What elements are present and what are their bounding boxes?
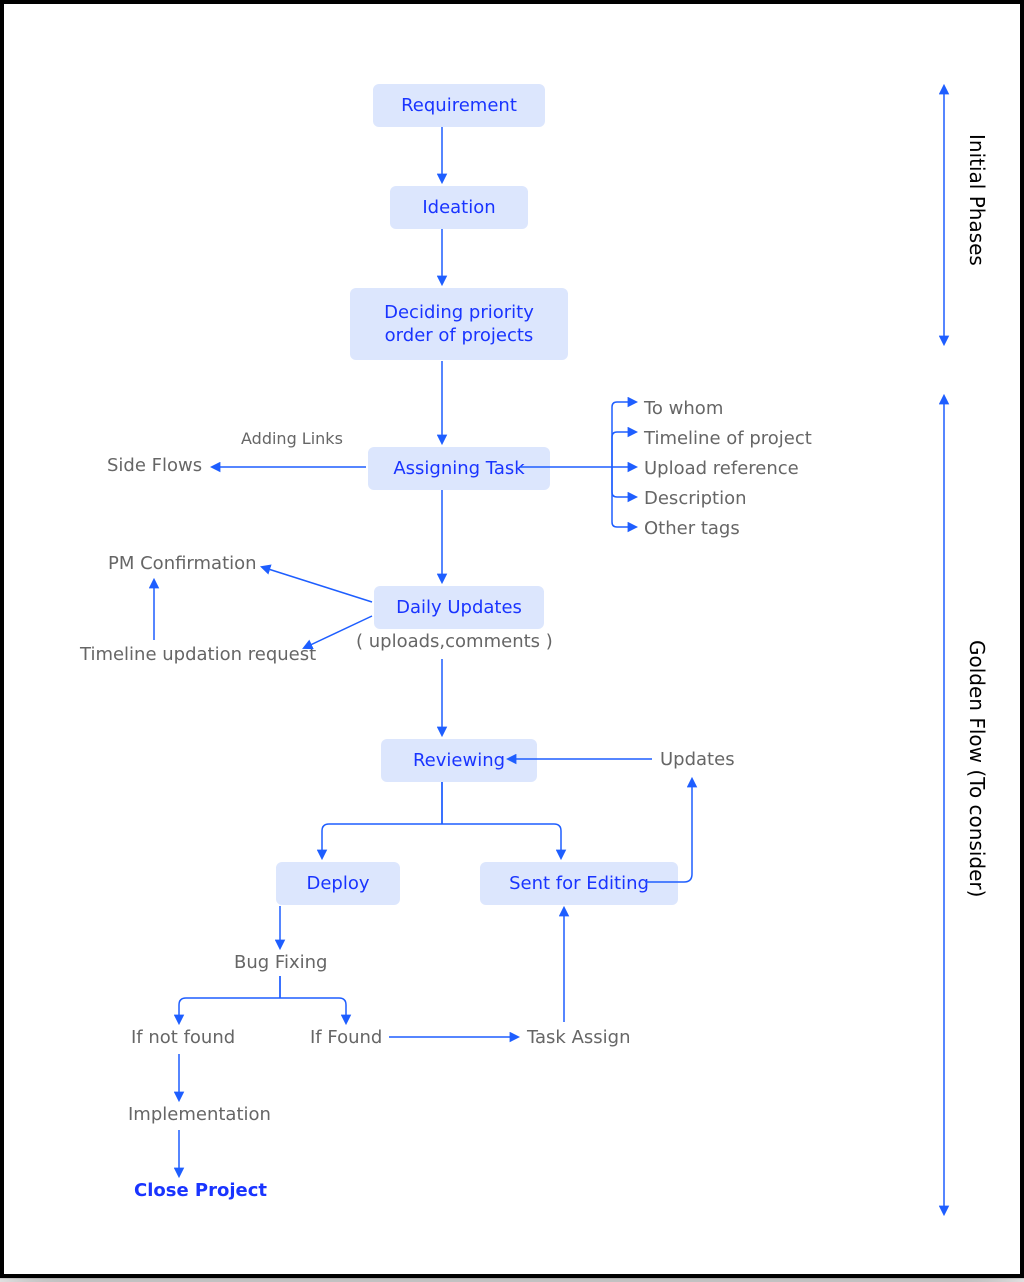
- flow-diagram-frame: { "colors":{ "box_bg":"#DCE6FD", "box_te…: [0, 0, 1024, 1278]
- bracket-label-golden: Golden Flow (To consider): [965, 640, 989, 897]
- text-side-flows: Side Flows: [107, 455, 202, 476]
- box-daily: Daily Updates: [374, 586, 544, 629]
- text-to-whom: To whom: [644, 398, 723, 419]
- text-implementation: Implementation: [128, 1104, 271, 1125]
- text-other-tags: Other tags: [644, 518, 740, 539]
- box-ideation: Ideation: [390, 186, 528, 229]
- text-daily-sub: ( uploads,comments ): [356, 631, 553, 652]
- text-updates: Updates: [660, 749, 735, 770]
- box-priority: Deciding priority order of projects: [350, 288, 568, 360]
- text-upload-ref: Upload reference: [644, 458, 799, 479]
- text-adding-links: Adding Links: [241, 429, 343, 448]
- text-timeline-updation: Timeline updation request: [80, 644, 316, 665]
- text-task-assign: Task Assign: [527, 1027, 630, 1048]
- text-close-project: Close Project: [134, 1180, 267, 1201]
- text-if-not-found: If not found: [131, 1027, 235, 1048]
- box-reviewing: Reviewing: [381, 739, 537, 782]
- text-if-found: If Found: [310, 1027, 382, 1048]
- box-requirement: Requirement: [373, 84, 545, 127]
- bracket-label-initial: Initial Phases: [965, 134, 989, 266]
- box-deploy: Deploy: [276, 862, 400, 905]
- text-timeline-project: Timeline of project: [644, 428, 812, 449]
- text-bug-fixing: Bug Fixing: [234, 952, 327, 973]
- text-description: Description: [644, 488, 747, 509]
- text-pm-confirmation: PM Confirmation: [108, 553, 257, 574]
- box-editing: Sent for Editing: [480, 862, 678, 905]
- box-assigning: Assigning Task: [368, 447, 550, 490]
